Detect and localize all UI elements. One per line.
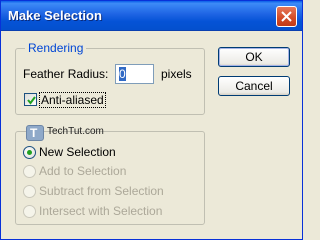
- radio-new-selection[interactable]: [23, 146, 36, 159]
- techtut-logo-mark: T: [26, 125, 44, 141]
- add-to-selection-label[interactable]: Add to Selection: [39, 164, 126, 178]
- radio-selected-dot: [27, 150, 32, 155]
- anti-aliased-checkbox[interactable]: [24, 93, 37, 106]
- checkmark-icon: [27, 96, 36, 105]
- radio-intersect-with-selection[interactable]: [23, 205, 36, 218]
- cancel-button[interactable]: Cancel: [218, 76, 290, 96]
- feather-radius-label: Feather Radius:: [23, 67, 109, 81]
- radio-add-to-selection[interactable]: [23, 165, 36, 178]
- make-selection-dialog: Make Selection Rendering Feather Radius:…: [0, 0, 303, 240]
- ok-button[interactable]: OK: [218, 47, 290, 67]
- feather-radius-value: 0: [119, 67, 126, 81]
- window-title: Make Selection: [8, 8, 102, 23]
- rendering-legend: Rendering: [25, 41, 87, 55]
- intersect-with-selection-label[interactable]: Intersect with Selection: [39, 204, 162, 218]
- anti-aliased-label[interactable]: Anti-aliased: [39, 92, 106, 108]
- close-button[interactable]: [276, 6, 297, 27]
- title-bar[interactable]: Make Selection: [1, 1, 302, 31]
- feather-radius-unit: pixels: [161, 67, 192, 81]
- radio-subtract-from-selection[interactable]: [23, 185, 36, 198]
- subtract-from-selection-label[interactable]: Subtract from Selection: [39, 184, 164, 198]
- techtut-logo-text: TechTut.com: [47, 126, 104, 137]
- new-selection-label[interactable]: New Selection: [39, 145, 116, 159]
- close-icon: [281, 11, 292, 22]
